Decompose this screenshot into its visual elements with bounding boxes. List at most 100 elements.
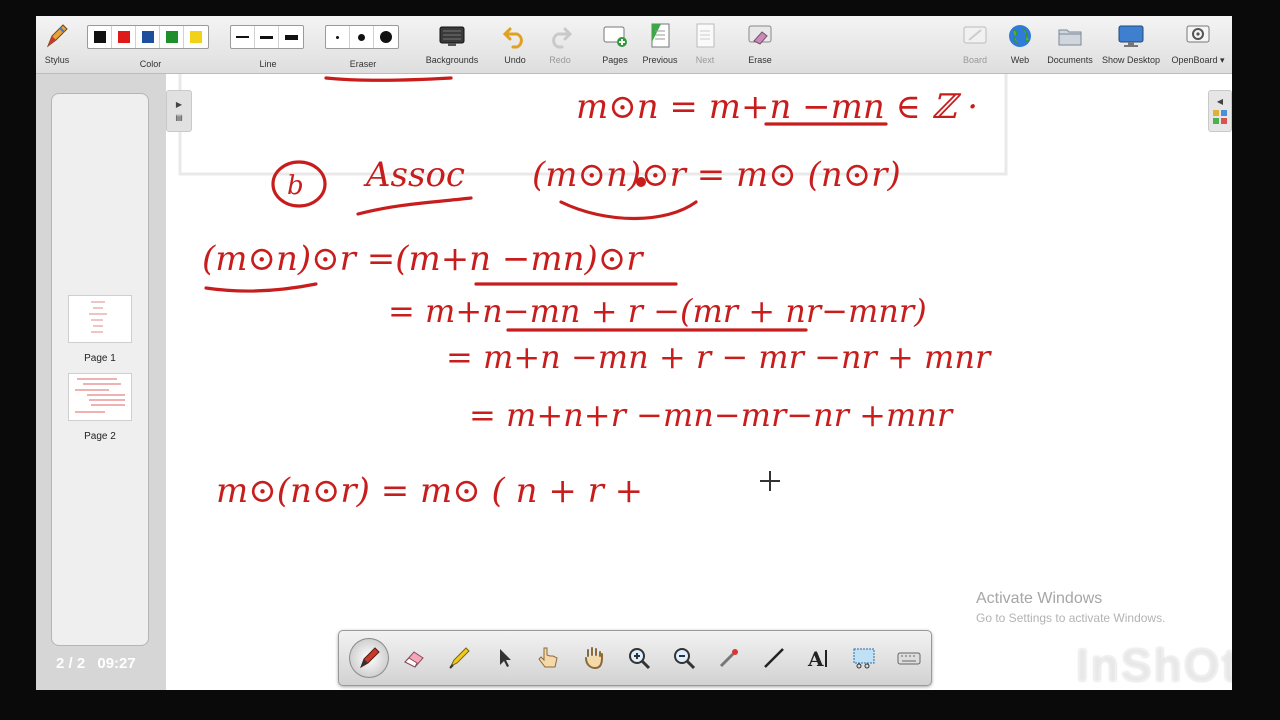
- ink-underline-top: [324, 76, 453, 82]
- next-page-icon: [688, 20, 722, 52]
- line-medium-button[interactable]: [255, 26, 279, 48]
- selector-tool-button[interactable]: [482, 636, 527, 680]
- page-sidebar: Page 1 Page 2 2 / 2 09:27: [36, 74, 166, 690]
- clock: 09:27: [97, 655, 136, 672]
- board-icon: [958, 20, 992, 52]
- page-2-thumbnail[interactable]: [68, 373, 132, 421]
- color-blue-swatch[interactable]: [136, 26, 160, 48]
- page-1-thumbnail[interactable]: [68, 295, 132, 343]
- page-icon: ▤: [175, 113, 183, 122]
- previous-page-icon: [643, 20, 677, 52]
- laser-pointer-icon: [719, 649, 738, 668]
- add-page-icon: [598, 20, 632, 52]
- pen-icon: [360, 647, 380, 669]
- line-1-expr: (m⊙n)⊙r = m⊙ (n⊙r): [532, 155, 901, 195]
- line-4-text: = m+n −mn + r − mr −nr + mnr: [446, 338, 992, 376]
- page-counter: 2 / 2: [56, 655, 86, 672]
- color-red-swatch[interactable]: [112, 26, 136, 48]
- openboard-menu-button[interactable]: OpenBoard ▾: [1168, 20, 1228, 72]
- next-page-button[interactable]: Next: [688, 20, 722, 72]
- hand-tool-button[interactable]: [572, 636, 617, 680]
- web-button[interactable]: Web: [1003, 20, 1037, 72]
- eraser-medium-button[interactable]: [350, 26, 374, 48]
- line-5-text: = m+n+r −mn−mr−nr +mnr: [469, 396, 954, 434]
- laser-pointer-tool-button[interactable]: [706, 636, 751, 680]
- line-thin-button[interactable]: [231, 26, 255, 48]
- thumbnail-panel: Page 1 Page 2: [51, 93, 149, 646]
- keyboard-icon: [897, 652, 921, 665]
- chevron-down-icon: ▾: [1220, 55, 1225, 65]
- hand-icon: [585, 647, 604, 670]
- page-status: 2 / 2 09:27: [56, 655, 144, 672]
- capture-icon: [853, 648, 875, 669]
- previous-page-button[interactable]: Previous: [639, 20, 681, 72]
- redo-button[interactable]: Redo: [543, 20, 577, 72]
- interact-tool-button[interactable]: [527, 636, 572, 680]
- pages-button[interactable]: Pages: [598, 20, 632, 72]
- inshot-logo: InShOt: [1076, 639, 1232, 690]
- color-yellow-swatch[interactable]: [184, 26, 208, 48]
- line-0-text: m⊙n = m+n −mn ∈ ℤ ·: [576, 87, 978, 127]
- library-icon: [1213, 110, 1227, 124]
- undo-icon: [498, 20, 532, 52]
- desktop-icon: [1114, 20, 1148, 52]
- stylus-icon: [40, 20, 74, 52]
- ink-bracket-under: [559, 200, 698, 221]
- documents-button[interactable]: Documents: [1044, 20, 1096, 72]
- erase-page-button[interactable]: Erase: [743, 20, 777, 72]
- chevron-left-icon: ◀: [1216, 97, 1224, 106]
- color-palette: [87, 25, 209, 49]
- zoom-in-tool-button[interactable]: [617, 636, 662, 680]
- page-2-label: Page 2: [84, 431, 116, 442]
- line-icon: [763, 648, 784, 668]
- openboard-window: Stylus Color Line Eraser Backgrounds Und…: [36, 16, 1232, 690]
- line-3-text: = m+n−mn + r −(mr + nr−mnr): [388, 292, 927, 330]
- line-6-text: m⊙(n⊙r) = m⊙ ( n + r +: [216, 471, 643, 511]
- top-toolbar: Stylus Color Line Eraser Backgrounds Und…: [36, 16, 1232, 74]
- ink-underline-assoc: [356, 196, 473, 216]
- text-icon: A: [807, 647, 827, 671]
- capture-tool-button[interactable]: [841, 636, 886, 680]
- color-black-swatch[interactable]: [88, 26, 112, 48]
- library-panel-toggle[interactable]: ◀: [1208, 90, 1232, 132]
- eraser-icon: [404, 651, 425, 668]
- text-tool-button[interactable]: A: [796, 636, 841, 680]
- zoom-out-tool-button[interactable]: [661, 636, 706, 680]
- line-1-label: Assoc: [363, 155, 465, 195]
- folder-icon: [1053, 20, 1087, 52]
- line-1-circle-text: b: [287, 171, 304, 201]
- backgrounds-icon: [435, 20, 469, 52]
- ink-underline-2: [204, 282, 318, 293]
- color-green-swatch[interactable]: [160, 26, 184, 48]
- backgrounds-button[interactable]: Backgrounds: [426, 20, 478, 72]
- line-thick-button[interactable]: [279, 26, 303, 48]
- eraser-small-button[interactable]: [326, 26, 350, 48]
- activate-windows-watermark: Activate Windows Go to Settings to activ…: [976, 590, 1166, 625]
- globe-icon: [1003, 20, 1037, 52]
- line-width-group: [230, 25, 304, 49]
- marker-icon: [449, 647, 471, 669]
- chevron-right-icon: ▶: [175, 100, 183, 109]
- erase-page-icon: [743, 20, 777, 52]
- zoom-out-icon: [673, 648, 695, 670]
- eraser-tool-button[interactable]: [392, 636, 437, 680]
- eraser-size-group: [325, 25, 399, 49]
- svg-text:A: A: [807, 647, 824, 671]
- line-tool-button[interactable]: [751, 636, 796, 680]
- pen-tool-button[interactable]: [349, 638, 389, 678]
- arrow-pointer-icon: [500, 649, 512, 667]
- stylus-button[interactable]: Stylus: [40, 20, 74, 72]
- board-mode-button[interactable]: Board: [958, 20, 992, 72]
- line-2-text: (m⊙n)⊙r =(m+n −mn)⊙r: [202, 239, 644, 279]
- show-desktop-button[interactable]: Show Desktop: [1100, 20, 1162, 72]
- undo-button[interactable]: Undo: [498, 20, 532, 72]
- cursor-crosshair: [760, 471, 780, 491]
- eraser-large-button[interactable]: [374, 26, 398, 48]
- virtual-keyboard-button[interactable]: [886, 636, 931, 680]
- pointing-hand-icon: [538, 647, 558, 668]
- gear-icon: [1181, 20, 1215, 52]
- pages-panel-toggle[interactable]: ▶ ▤: [166, 90, 192, 132]
- marker-tool-button[interactable]: [437, 636, 482, 680]
- redo-icon: [543, 20, 577, 52]
- page-1-label: Page 1: [84, 353, 116, 364]
